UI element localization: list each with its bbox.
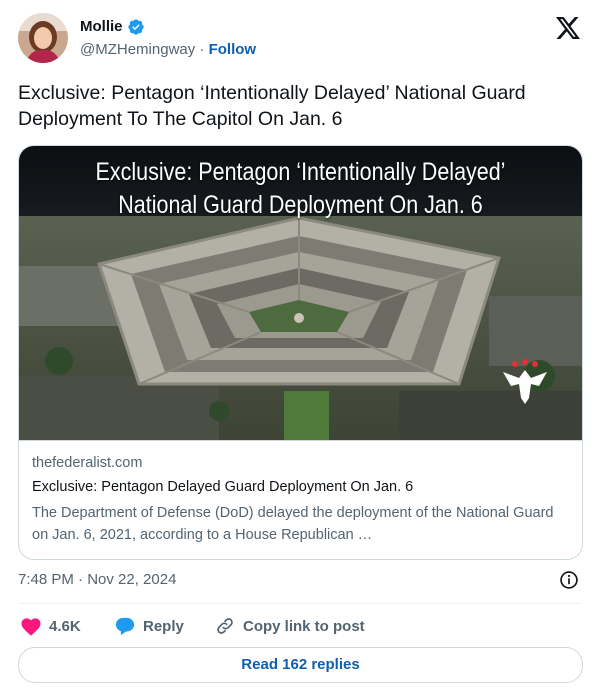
card-image: Exclusive: Pentagon ‘Intentionally Delay… xyxy=(19,146,582,441)
reply-bubble-icon xyxy=(115,617,135,636)
reply-button[interactable]: Reply xyxy=(114,616,184,636)
profile-photo-icon xyxy=(18,13,68,63)
headline-line-2: National Guard Deployment On Jan. 6 xyxy=(118,191,483,219)
heart-icon xyxy=(21,618,41,636)
verified-badge-icon xyxy=(128,19,144,35)
follow-button[interactable]: Follow xyxy=(209,41,257,58)
tweet-text: Exclusive: Pentagon ‘Intentionally Delay… xyxy=(18,82,526,130)
author-name[interactable]: Mollie xyxy=(80,18,123,35)
card-domain[interactable]: thefederalist.com xyxy=(32,455,142,471)
separator-dot: · xyxy=(199,41,205,58)
card-title[interactable]: Exclusive: Pentagon Delayed Guard Deploy… xyxy=(32,479,413,495)
link-icon xyxy=(217,618,233,634)
author-handle[interactable]: @MZHemingway xyxy=(80,41,195,58)
link-card[interactable]: Exclusive: Pentagon ‘Intentionally Delay… xyxy=(18,145,583,560)
reply-label: Reply xyxy=(143,617,184,635)
author-handle-row: @MZHemingway · Follow xyxy=(80,41,256,58)
card-image-headline: Exclusive: Pentagon ‘Intentionally Delay… xyxy=(58,156,542,222)
avatar[interactable] xyxy=(18,13,68,63)
copy-link-button[interactable]: Copy link to post xyxy=(214,616,365,636)
headline-line-1: Exclusive: Pentagon ‘Intentionally Delay… xyxy=(95,158,506,186)
card-description: The Department of Defense (DoD) delayed … xyxy=(32,505,554,543)
like-button[interactable]: 4.6K xyxy=(20,616,81,636)
like-count: 4.6K xyxy=(49,617,81,635)
copy-link-label: Copy link to post xyxy=(243,617,365,635)
divider xyxy=(18,603,581,604)
info-icon[interactable] xyxy=(559,570,579,590)
x-logo-icon[interactable] xyxy=(556,17,580,39)
tweet-timestamp[interactable]: 7:48 PM · Nov 22, 2024 xyxy=(18,571,176,588)
read-replies-button[interactable]: Read 162 replies xyxy=(18,647,583,683)
